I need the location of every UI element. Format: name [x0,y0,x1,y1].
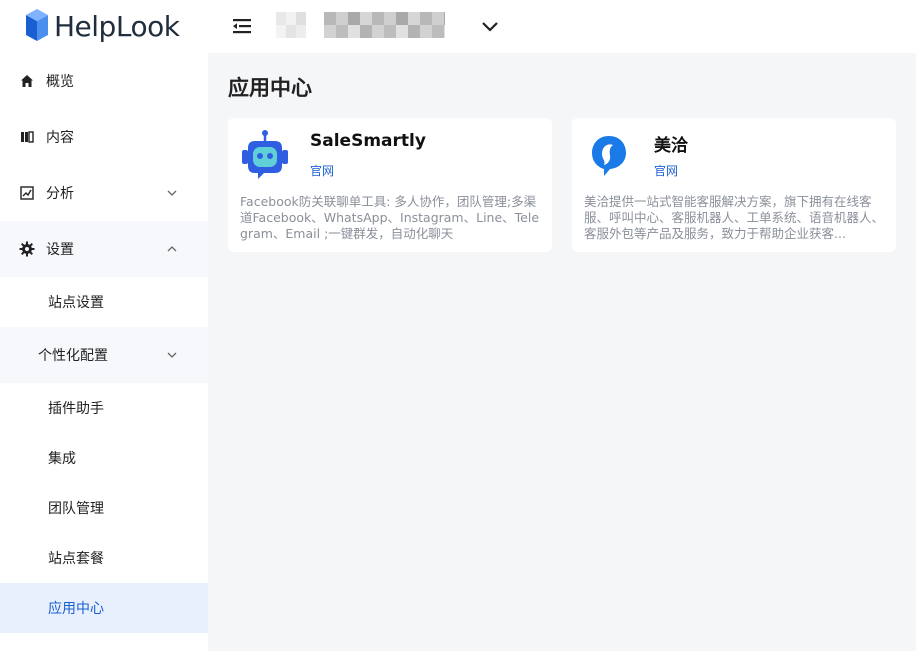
app-name: 美洽 [654,136,688,156]
sidebar-item-settings[interactable]: 设置 [0,221,208,277]
sidebar-item-content[interactable]: 内容 [0,109,208,165]
sidebar-item-label: 团队管理 [48,501,104,517]
sidebar-item-label: 内容 [46,130,74,146]
sidebar-item-overview[interactable]: 概览 [0,53,208,109]
sidebar-item-team[interactable]: 团队管理 [0,483,208,533]
home-icon [19,73,35,89]
app-name: SaleSmartly [310,131,426,151]
app-card-salesmartly[interactable]: SaleSmartly 官网 Facebook防关联聊单工具: 多人协作，团队管… [228,118,552,252]
sidebar-item-label: 站点套餐 [48,551,104,567]
sidebar-item-plans[interactable]: 站点套餐 [0,533,208,583]
sidebar-item-integrations[interactable]: 集成 [0,433,208,483]
sidebar-item-label: 概览 [46,74,74,90]
menu-collapse-icon[interactable] [232,16,252,36]
sidebar-item-label: 插件助手 [48,401,104,417]
robot-icon [242,130,288,179]
sidebar-item-label: 设置 [46,242,74,258]
sidebar-item-label: 应用中心 [48,601,104,617]
book-icon [19,129,35,145]
chat-bird-icon [592,136,626,176]
brand-name: HelpLook [54,9,180,43]
chevron-up-icon [167,246,177,252]
gear-icon [19,241,35,257]
app-website-link[interactable]: 官网 [654,162,678,179]
sidebar-item-personalization[interactable]: 个性化配置 [0,327,208,383]
page-title: 应用中心 [228,76,312,100]
sidebar-item-app-center[interactable]: 应用中心 [0,583,208,633]
app-description: 美洽提供一站式智能客服解决方案，旗下拥有在线客服、呼叫中心、客服机器人、工单系统… [584,194,885,241]
logo[interactable]: HelpLook [24,6,180,46]
helplook-logo-icon [26,9,48,41]
sidebar-item-site-settings[interactable]: 站点设置 [0,277,208,327]
sidebar-item-label: 站点设置 [48,295,104,311]
sidebar: HelpLook 概览 内容 分析 设置 站点设置 个性化配置 插件助手 集成 … [0,0,208,651]
sidebar-item-analytics[interactable]: 分析 [0,165,208,221]
workspace-avatar[interactable] [276,12,306,38]
sidebar-item-label: 集成 [48,451,76,467]
app-card-meiqia[interactable]: 美洽 官网 美洽提供一站式智能客服解决方案，旗下拥有在线客服、呼叫中心、客服机器… [572,118,896,252]
workspace-name-redacted[interactable] [324,12,445,38]
chart-icon [19,185,35,201]
app-description: Facebook防关联聊单工具: 多人协作，团队管理;多渠道Facebook、W… [240,194,540,241]
sidebar-item-label: 分析 [46,186,74,202]
sidebar-item-label: 个性化配置 [38,348,108,364]
chevron-down-icon [167,352,177,358]
sidebar-item-plugins[interactable]: 插件助手 [0,383,208,433]
topbar [208,0,916,53]
chevron-down-icon [167,190,177,196]
chevron-down-icon[interactable] [480,16,500,36]
app-website-link[interactable]: 官网 [310,162,334,179]
